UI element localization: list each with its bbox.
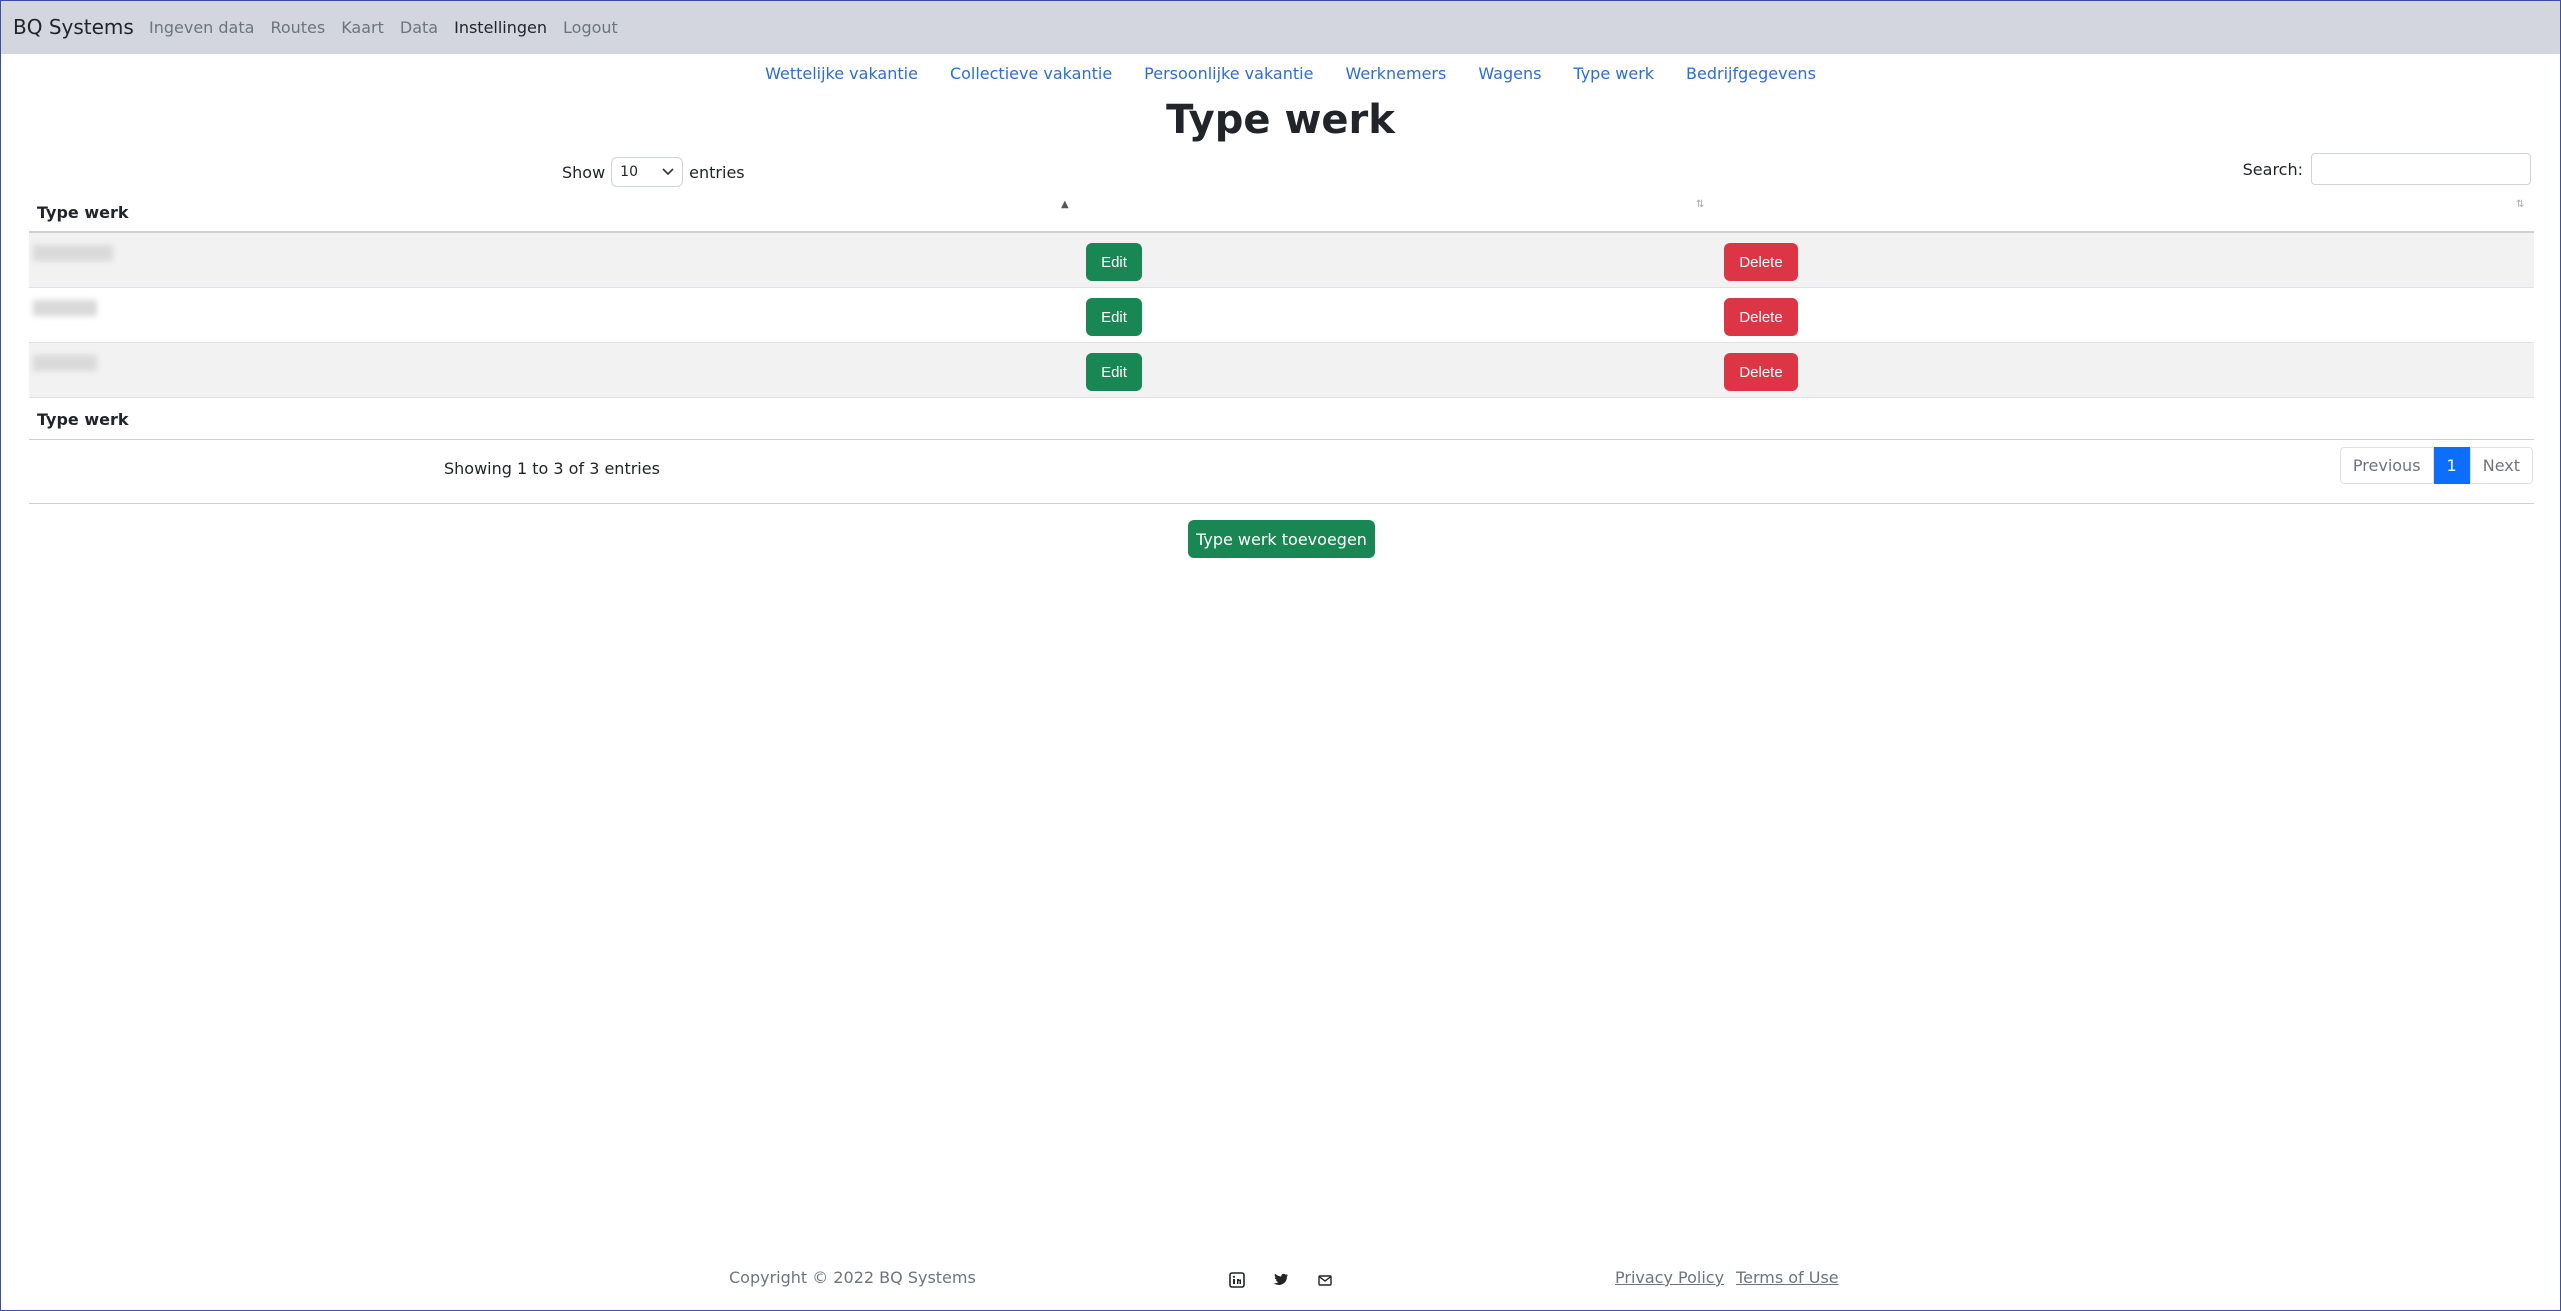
subnav-collectieve-vakantie[interactable]: Collectieve vakantie bbox=[950, 64, 1112, 83]
entries-length-control: Show 10 entries bbox=[562, 157, 745, 187]
subnav-werknemers[interactable]: Werknemers bbox=[1345, 64, 1446, 83]
subnav-bedrijfgegevens[interactable]: Bedrijfgegevens bbox=[1686, 64, 1816, 83]
nav-instellingen[interactable]: Instellingen bbox=[454, 18, 547, 37]
pagination: Previous 1 Next bbox=[2339, 447, 2533, 484]
twitter-icon[interactable] bbox=[1271, 1271, 1291, 1289]
sort-icon[interactable]: ⇅ bbox=[2516, 199, 2524, 210]
nav-ingeven-data[interactable]: Ingeven data bbox=[149, 18, 254, 37]
page-title: Type werk bbox=[1166, 97, 1395, 143]
table-row: Edit Delete bbox=[29, 233, 2534, 288]
subnav-persoonlijke-vakantie[interactable]: Persoonlijke vakantie bbox=[1144, 64, 1313, 83]
sort-asc-icon[interactable]: ▲ bbox=[1061, 199, 1069, 210]
table-row: Edit Delete bbox=[29, 288, 2534, 343]
length-suffix: entries bbox=[689, 162, 745, 182]
delete-button[interactable]: Delete bbox=[1724, 353, 1798, 391]
column-header-type-werk[interactable]: Type werk bbox=[37, 203, 128, 222]
main-nav: Ingeven data Routes Kaart Data Instellin… bbox=[149, 18, 618, 37]
subnav-wettelijke-vakantie[interactable]: Wettelijke vakantie bbox=[765, 64, 918, 83]
redacted-cell bbox=[33, 355, 97, 371]
nav-routes[interactable]: Routes bbox=[270, 18, 325, 37]
subnav-type-werk[interactable]: Type werk bbox=[1573, 64, 1654, 83]
divider bbox=[29, 503, 2534, 504]
privacy-policy-link[interactable]: Privacy Policy bbox=[1615, 1268, 1724, 1287]
table-search: Search: bbox=[2243, 153, 2531, 185]
chevron-down-icon bbox=[662, 168, 674, 176]
delete-button[interactable]: Delete bbox=[1724, 243, 1798, 281]
pagination-previous[interactable]: Previous bbox=[2339, 447, 2434, 484]
nav-logout[interactable]: Logout bbox=[563, 18, 618, 37]
edit-button[interactable]: Edit bbox=[1086, 243, 1142, 281]
search-label: Search: bbox=[2242, 159, 2303, 179]
redacted-cell bbox=[33, 300, 97, 316]
linkedin-icon[interactable] bbox=[1227, 1271, 1247, 1289]
table-header[interactable]: Type werk ▲ ⇅ ⇅ bbox=[29, 191, 2534, 233]
top-navbar: BQ Systems Ingeven data Routes Kaart Dat… bbox=[1, 1, 2560, 54]
terms-of-use-link[interactable]: Terms of Use bbox=[1736, 1268, 1839, 1287]
length-prefix: Show bbox=[562, 162, 606, 182]
pagination-next[interactable]: Next bbox=[2469, 447, 2533, 484]
delete-button[interactable]: Delete bbox=[1724, 298, 1798, 336]
mail-icon[interactable] bbox=[1315, 1271, 1335, 1289]
pagination-page-1[interactable]: 1 bbox=[2433, 447, 2470, 484]
sort-icon[interactable]: ⇅ bbox=[1696, 199, 1704, 210]
nav-kaart[interactable]: Kaart bbox=[341, 18, 384, 37]
entries-select-value: 10 bbox=[620, 164, 638, 180]
edit-button[interactable]: Edit bbox=[1086, 298, 1142, 336]
entries-select[interactable]: 10 bbox=[611, 157, 684, 187]
table-footer: Type werk bbox=[29, 398, 2534, 440]
add-type-werk-button[interactable]: Type werk toevoegen bbox=[1188, 520, 1375, 558]
settings-subnav: Wettelijke vakantie Collectieve vakantie… bbox=[1, 64, 2560, 83]
redacted-cell bbox=[33, 245, 113, 261]
table-row: Edit Delete bbox=[29, 343, 2534, 398]
nav-data[interactable]: Data bbox=[400, 18, 438, 37]
search-input[interactable] bbox=[2311, 153, 2531, 185]
footer-links: Privacy Policy Terms of Use bbox=[1615, 1268, 1839, 1287]
copyright-text: Copyright © 2022 BQ Systems bbox=[729, 1268, 976, 1287]
social-links bbox=[1227, 1271, 1335, 1289]
brand-logo[interactable]: BQ Systems bbox=[13, 15, 134, 39]
table-info: Showing 1 to 3 of 3 entries bbox=[444, 459, 660, 478]
edit-button[interactable]: Edit bbox=[1086, 353, 1142, 391]
column-footer-type-werk: Type werk bbox=[37, 410, 129, 429]
subnav-wagens[interactable]: Wagens bbox=[1478, 64, 1541, 83]
type-werk-table: Type werk ▲ ⇅ ⇅ Edit Delete Edit Delete … bbox=[29, 191, 2534, 440]
